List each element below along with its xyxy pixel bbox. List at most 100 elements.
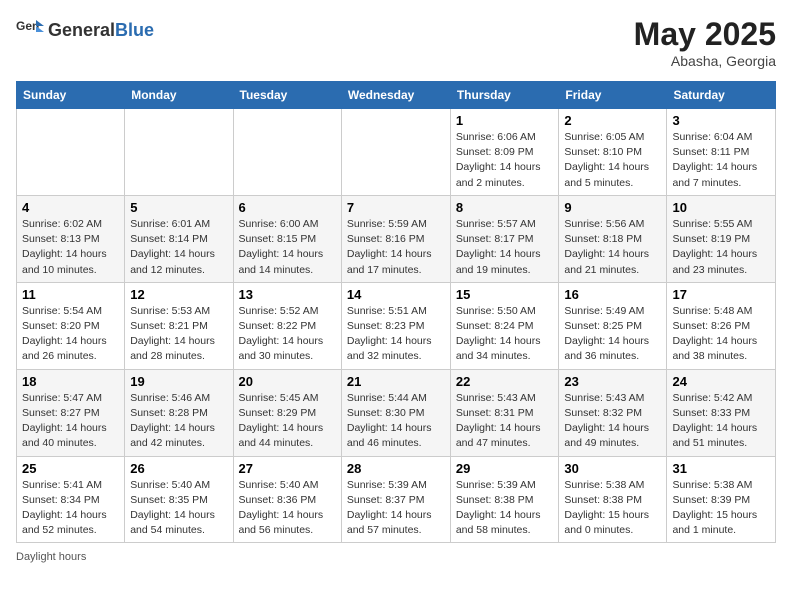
logo: Gen GeneralBlue [16, 16, 154, 44]
day-detail: Sunrise: 5:38 AM Sunset: 8:38 PM Dayligh… [564, 478, 661, 539]
day-number: 25 [22, 461, 119, 476]
calendar-header-row: SundayMondayTuesdayWednesdayThursdayFrid… [17, 82, 776, 109]
day-detail: Sunrise: 5:40 AM Sunset: 8:36 PM Dayligh… [239, 478, 336, 539]
day-number: 24 [672, 374, 770, 389]
day-detail: Sunrise: 5:41 AM Sunset: 8:34 PM Dayligh… [22, 478, 119, 539]
calendar-cell: 19 Sunrise: 5:46 AM Sunset: 8:28 PM Dayli… [125, 369, 233, 456]
day-detail: Sunrise: 5:48 AM Sunset: 8:26 PM Dayligh… [672, 304, 770, 365]
title-block: May 2025 Abasha, Georgia [634, 16, 776, 69]
day-detail: Sunrise: 6:01 AM Sunset: 8:14 PM Dayligh… [130, 217, 227, 278]
calendar-cell: 22 Sunrise: 5:43 AM Sunset: 8:31 PM Dayli… [450, 369, 559, 456]
day-detail: Sunrise: 5:56 AM Sunset: 8:18 PM Dayligh… [564, 217, 661, 278]
day-number: 13 [239, 287, 336, 302]
day-number: 18 [22, 374, 119, 389]
day-detail: Sunrise: 5:46 AM Sunset: 8:28 PM Dayligh… [130, 391, 227, 452]
calendar-table: SundayMondayTuesdayWednesdayThursdayFrid… [16, 81, 776, 543]
calendar-week-row: 25 Sunrise: 5:41 AM Sunset: 8:34 PM Dayli… [17, 456, 776, 543]
day-detail: Sunrise: 5:43 AM Sunset: 8:32 PM Dayligh… [564, 391, 661, 452]
title-location: Abasha, Georgia [634, 53, 776, 69]
calendar-cell: 5 Sunrise: 6:01 AM Sunset: 8:14 PM Daylig… [125, 195, 233, 282]
day-detail: Sunrise: 5:50 AM Sunset: 8:24 PM Dayligh… [456, 304, 554, 365]
legend: Daylight hours [16, 551, 776, 563]
calendar-cell: 27Sunrise: 5:40 AM Sunset: 8:36 PM Dayli… [233, 456, 341, 543]
calendar-cell [341, 109, 450, 196]
day-detail: Sunrise: 5:53 AM Sunset: 8:21 PM Dayligh… [130, 304, 227, 365]
calendar-cell: 7 Sunrise: 5:59 AM Sunset: 8:16 PM Daylig… [341, 195, 450, 282]
day-detail: Sunrise: 5:42 AM Sunset: 8:33 PM Dayligh… [672, 391, 770, 452]
calendar-cell: 23 Sunrise: 5:43 AM Sunset: 8:32 PM Dayli… [559, 369, 667, 456]
calendar-day-header: Thursday [450, 82, 559, 109]
calendar-week-row: 11 Sunrise: 5:54 AM Sunset: 8:20 PM Dayli… [17, 282, 776, 369]
day-number: 23 [564, 374, 661, 389]
day-detail: Sunrise: 6:00 AM Sunset: 8:15 PM Dayligh… [239, 217, 336, 278]
calendar-cell: 30 Sunrise: 5:38 AM Sunset: 8:38 PM Dayli… [559, 456, 667, 543]
calendar-day-header: Saturday [667, 82, 776, 109]
day-number: 7 [347, 200, 445, 215]
day-number: 15 [456, 287, 554, 302]
calendar-cell: 31Sunrise: 5:38 AM Sunset: 8:39 PM Dayli… [667, 456, 776, 543]
day-number: 20 [239, 374, 336, 389]
page-header: Gen GeneralBlue May 2025 Abasha, Georgia [16, 16, 776, 69]
calendar-cell: 3 Sunrise: 6:04 AM Sunset: 8:11 PM Daylig… [667, 109, 776, 196]
day-detail: Sunrise: 5:57 AM Sunset: 8:17 PM Dayligh… [456, 217, 554, 278]
calendar-cell: 15 Sunrise: 5:50 AM Sunset: 8:24 PM Dayli… [450, 282, 559, 369]
calendar-cell: 12 Sunrise: 5:53 AM Sunset: 8:21 PM Dayli… [125, 282, 233, 369]
calendar-week-row: 18 Sunrise: 5:47 AM Sunset: 8:27 PM Dayli… [17, 369, 776, 456]
calendar-cell: 24 Sunrise: 5:42 AM Sunset: 8:33 PM Dayli… [667, 369, 776, 456]
day-number: 11 [22, 287, 119, 302]
day-detail: Sunrise: 5:45 AM Sunset: 8:29 PM Dayligh… [239, 391, 336, 452]
logo-blue: Blue [115, 20, 154, 40]
day-number: 3 [672, 113, 770, 128]
day-number: 28 [347, 461, 445, 476]
calendar-cell: 17 Sunrise: 5:48 AM Sunset: 8:26 PM Dayli… [667, 282, 776, 369]
day-detail: Sunrise: 5:54 AM Sunset: 8:20 PM Dayligh… [22, 304, 119, 365]
day-detail: Sunrise: 5:40 AM Sunset: 8:35 PM Dayligh… [130, 478, 227, 539]
calendar-cell: 26Sunrise: 5:40 AM Sunset: 8:35 PM Dayli… [125, 456, 233, 543]
calendar-cell: 11 Sunrise: 5:54 AM Sunset: 8:20 PM Dayli… [17, 282, 125, 369]
day-detail: Sunrise: 5:47 AM Sunset: 8:27 PM Dayligh… [22, 391, 119, 452]
calendar-day-header: Sunday [17, 82, 125, 109]
logo-icon: Gen [16, 16, 44, 44]
day-detail: Sunrise: 6:02 AM Sunset: 8:13 PM Dayligh… [22, 217, 119, 278]
day-number: 12 [130, 287, 227, 302]
day-number: 19 [130, 374, 227, 389]
title-month: May 2025 [634, 16, 776, 53]
day-number: 31 [672, 461, 770, 476]
day-detail: Sunrise: 5:43 AM Sunset: 8:31 PM Dayligh… [456, 391, 554, 452]
calendar-cell [17, 109, 125, 196]
day-number: 4 [22, 200, 119, 215]
calendar-cell: 16Sunrise: 5:49 AM Sunset: 8:25 PM Dayli… [559, 282, 667, 369]
calendar-cell: 4 Sunrise: 6:02 AM Sunset: 8:13 PM Daylig… [17, 195, 125, 282]
day-detail: Sunrise: 6:04 AM Sunset: 8:11 PM Dayligh… [672, 130, 770, 191]
calendar-cell: 6 Sunrise: 6:00 AM Sunset: 8:15 PM Daylig… [233, 195, 341, 282]
day-detail: Sunrise: 6:06 AM Sunset: 8:09 PM Dayligh… [456, 130, 554, 191]
calendar-week-row: 4 Sunrise: 6:02 AM Sunset: 8:13 PM Daylig… [17, 195, 776, 282]
day-detail: Sunrise: 5:59 AM Sunset: 8:16 PM Dayligh… [347, 217, 445, 278]
daylight-hours-label: Daylight hours [16, 551, 86, 563]
day-number: 16 [564, 287, 661, 302]
calendar-cell: 13Sunrise: 5:52 AM Sunset: 8:22 PM Dayli… [233, 282, 341, 369]
day-number: 6 [239, 200, 336, 215]
day-number: 10 [672, 200, 770, 215]
calendar-cell: 14Sunrise: 5:51 AM Sunset: 8:23 PM Dayli… [341, 282, 450, 369]
day-number: 5 [130, 200, 227, 215]
calendar-cell: 18 Sunrise: 5:47 AM Sunset: 8:27 PM Dayli… [17, 369, 125, 456]
day-number: 17 [672, 287, 770, 302]
day-detail: Sunrise: 5:44 AM Sunset: 8:30 PM Dayligh… [347, 391, 445, 452]
day-number: 1 [456, 113, 554, 128]
logo-general: General [48, 20, 115, 40]
calendar-cell: 9 Sunrise: 5:56 AM Sunset: 8:18 PM Daylig… [559, 195, 667, 282]
day-number: 22 [456, 374, 554, 389]
day-number: 21 [347, 374, 445, 389]
day-number: 30 [564, 461, 661, 476]
calendar-cell: 28 Sunrise: 5:39 AM Sunset: 8:37 PM Dayli… [341, 456, 450, 543]
calendar-cell [233, 109, 341, 196]
calendar-cell: 20 Sunrise: 5:45 AM Sunset: 8:29 PM Dayli… [233, 369, 341, 456]
calendar-cell: 8 Sunrise: 5:57 AM Sunset: 8:17 PM Daylig… [450, 195, 559, 282]
day-number: 9 [564, 200, 661, 215]
day-detail: Sunrise: 5:55 AM Sunset: 8:19 PM Dayligh… [672, 217, 770, 278]
day-number: 8 [456, 200, 554, 215]
day-number: 14 [347, 287, 445, 302]
day-detail: Sunrise: 5:39 AM Sunset: 8:37 PM Dayligh… [347, 478, 445, 539]
day-detail: Sunrise: 5:39 AM Sunset: 8:38 PM Dayligh… [456, 478, 554, 539]
